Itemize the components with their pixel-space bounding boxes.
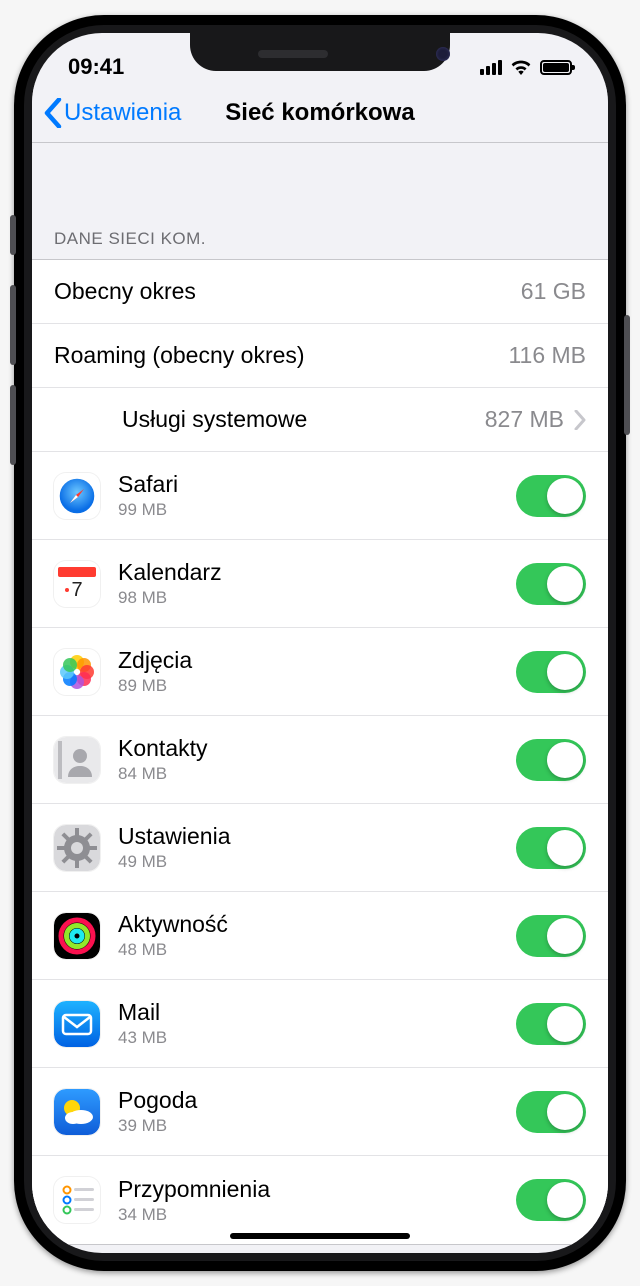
chevron-right-icon (574, 410, 586, 430)
toggle-settings[interactable] (516, 827, 586, 869)
activity-icon (54, 913, 100, 959)
row-system-services[interactable]: Usługi systemowe 827 MB (32, 388, 608, 452)
svg-text:7: 7 (71, 579, 82, 601)
app-usage: 39 MB (118, 1116, 498, 1136)
battery-icon (540, 60, 572, 75)
photos-icon (54, 649, 100, 695)
app-row-activity: Aktywność 48 MB (32, 892, 608, 980)
home-indicator[interactable] (230, 1233, 410, 1239)
system-services-label: Usługi systemowe (122, 406, 485, 433)
back-label: Ustawienia (64, 99, 181, 127)
row-roaming-period: Roaming (obecny okres) 116 MB (32, 324, 608, 388)
navigation-bar: Ustawienia Sieć komórkowa (32, 83, 608, 143)
app-name: Kalendarz (118, 559, 498, 586)
wifi-icon (510, 59, 532, 75)
reminders-icon (54, 1177, 100, 1223)
toggle-photos[interactable] (516, 651, 586, 693)
toggle-safari[interactable] (516, 475, 586, 517)
settings-icon (54, 825, 100, 871)
app-name: Aktywność (118, 911, 498, 938)
current-period-value: 61 GB (521, 278, 586, 305)
app-usage: 84 MB (118, 764, 498, 784)
app-row-photos: Zdjęcia 89 MB (32, 628, 608, 716)
weather-icon (54, 1089, 100, 1135)
app-usage: 43 MB (118, 1028, 498, 1048)
app-row-contacts: Kontakty 84 MB (32, 716, 608, 804)
app-row-safari: Safari 99 MB (32, 452, 608, 540)
status-time: 09:41 (68, 54, 124, 80)
data-usage-list: Obecny okres 61 GB Roaming (obecny okres… (32, 259, 608, 1245)
toggle-contacts[interactable] (516, 739, 586, 781)
row-current-period: Obecny okres 61 GB (32, 260, 608, 324)
app-row-reminders: Przypomnienia 34 MB (32, 1156, 608, 1244)
app-usage: 49 MB (118, 852, 498, 872)
device-notch (190, 33, 450, 71)
app-name: Pogoda (118, 1087, 498, 1114)
contacts-icon (54, 737, 100, 783)
roaming-value: 116 MB (508, 342, 586, 369)
app-name: Mail (118, 999, 498, 1026)
toggle-reminders[interactable] (516, 1179, 586, 1221)
back-button[interactable]: Ustawienia (32, 98, 181, 128)
app-usage: 98 MB (118, 588, 498, 608)
app-row-settings: Ustawienia 49 MB (32, 804, 608, 892)
app-name: Kontakty (118, 735, 498, 762)
roaming-label: Roaming (obecny okres) (54, 342, 508, 369)
system-services-value: 827 MB (485, 406, 564, 433)
app-name: Przypomnienia (118, 1176, 498, 1203)
toggle-activity[interactable] (516, 915, 586, 957)
app-row-calendar: 7 Kalendarz 98 MB (32, 540, 608, 628)
chevron-left-icon (44, 98, 62, 128)
app-usage: 99 MB (118, 500, 498, 520)
current-period-label: Obecny okres (54, 278, 521, 305)
mail-icon (54, 1001, 100, 1047)
toggle-calendar[interactable] (516, 563, 586, 605)
toggle-mail[interactable] (516, 1003, 586, 1045)
safari-icon (54, 473, 100, 519)
app-usage: 89 MB (118, 676, 498, 696)
calendar-icon: 7 (54, 561, 100, 607)
app-name: Ustawienia (118, 823, 498, 850)
toggle-weather[interactable] (516, 1091, 586, 1133)
app-usage: 34 MB (118, 1205, 498, 1225)
app-name: Safari (118, 471, 498, 498)
app-usage: 48 MB (118, 940, 498, 960)
cellular-signal-icon (480, 60, 502, 75)
app-row-mail: Mail 43 MB (32, 980, 608, 1068)
section-header-cellular-data: Dane sieci kom. (32, 229, 608, 259)
app-name: Zdjęcia (118, 647, 498, 674)
app-row-weather: Pogoda 39 MB (32, 1068, 608, 1156)
